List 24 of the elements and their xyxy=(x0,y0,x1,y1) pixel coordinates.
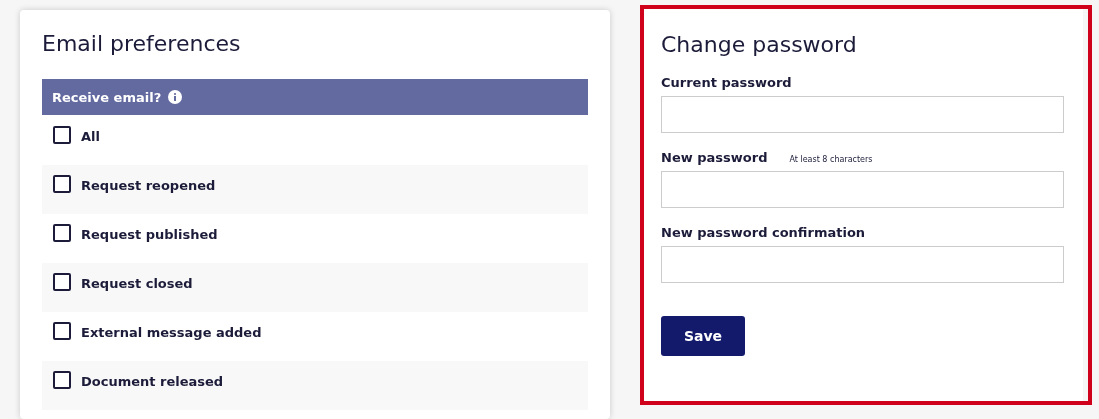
password-field[interactable] xyxy=(661,96,1064,133)
save-button[interactable]: Save xyxy=(661,316,745,356)
field-label: New password confirmation xyxy=(661,224,866,242)
password-field[interactable] xyxy=(661,171,1064,208)
info-icon[interactable] xyxy=(168,90,183,104)
checkbox[interactable] xyxy=(53,126,71,144)
checkbox[interactable] xyxy=(53,175,71,193)
option-label: Request closed xyxy=(81,275,193,293)
field-label: Current password xyxy=(661,74,792,92)
checkbox[interactable] xyxy=(53,273,71,291)
field-label: New password xyxy=(661,149,768,167)
option-label: Request published xyxy=(81,226,218,244)
hint-text: At least 8 characters xyxy=(789,155,873,164)
section-title: Email preferences xyxy=(42,30,242,58)
checkbox[interactable] xyxy=(53,224,71,242)
checkbox[interactable] xyxy=(53,371,71,389)
option-label: All xyxy=(81,128,100,146)
section-title: Change password xyxy=(661,31,858,59)
password-field[interactable] xyxy=(661,246,1064,283)
checkbox[interactable] xyxy=(53,322,71,340)
option-label: External message added xyxy=(81,324,262,342)
header-label: Receive email? xyxy=(52,89,162,105)
option-label: Document released xyxy=(81,373,224,391)
option-label: Request reopened xyxy=(81,177,216,195)
